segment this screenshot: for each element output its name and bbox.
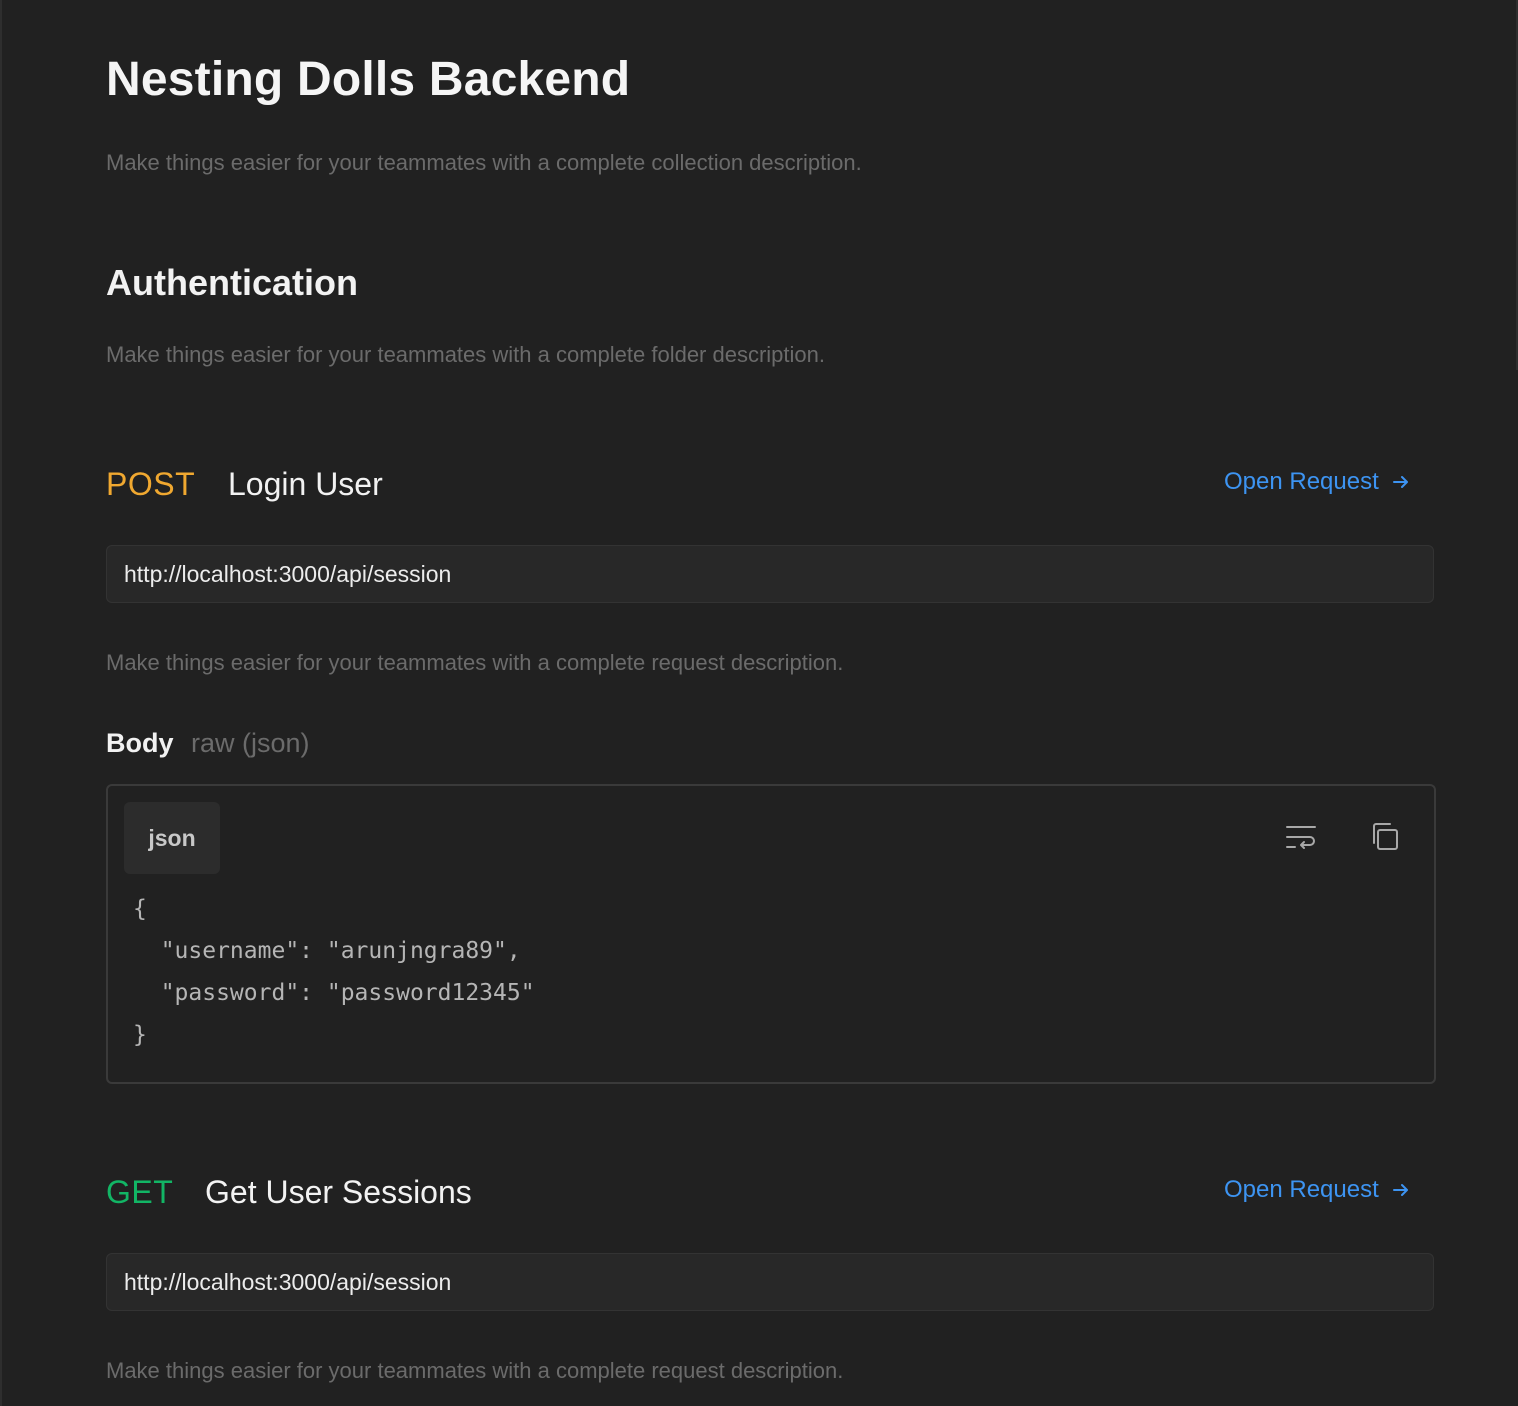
request-method-post: POST <box>106 466 196 502</box>
folder-title: Authentication <box>106 262 358 303</box>
arrow-right-icon <box>1391 1180 1411 1200</box>
copy-icon[interactable] <box>1368 820 1402 854</box>
folder-description[interactable]: Make things easier for your teammates wi… <box>106 342 825 368</box>
code-block: json { "username": "arunjngra89", "passw… <box>106 784 1436 1084</box>
code-line: "password": "password12345" <box>133 980 535 1006</box>
open-request-label[interactable]: Open Request <box>1224 468 1379 496</box>
collection-description[interactable]: Make things easier for your teammates wi… <box>106 150 862 176</box>
code-line: "username": "arunjngra89", <box>133 938 521 964</box>
open-request-link[interactable]: Open Request <box>1224 468 1411 496</box>
open-request-link[interactable]: Open Request <box>1224 1176 1411 1204</box>
collection-documentation-page: Nesting Dolls Backend Make things easier… <box>0 0 1518 1406</box>
open-request-label[interactable]: Open Request <box>1224 1176 1379 1204</box>
language-badge: json <box>124 802 220 874</box>
request-method-get: GET <box>106 1174 174 1210</box>
code-line: { <box>133 896 147 922</box>
collection-title: Nesting Dolls Backend <box>106 53 631 106</box>
body-type: raw (json) <box>191 728 310 758</box>
wrap-lines-icon[interactable] <box>1284 820 1318 854</box>
code-line: } <box>133 1022 147 1048</box>
request-name: Login User <box>228 466 383 502</box>
arrow-right-icon <box>1391 472 1411 492</box>
request-url[interactable]: http://localhost:3000/api/session <box>106 545 1434 603</box>
request-description[interactable]: Make things easier for your teammates wi… <box>106 650 843 676</box>
request-description[interactable]: Make things easier for your teammates wi… <box>106 1358 843 1384</box>
left-divider <box>0 0 2 1406</box>
request-url[interactable]: http://localhost:3000/api/session <box>106 1253 1434 1311</box>
body-label: Body <box>106 728 174 758</box>
request-name: Get User Sessions <box>205 1174 472 1210</box>
